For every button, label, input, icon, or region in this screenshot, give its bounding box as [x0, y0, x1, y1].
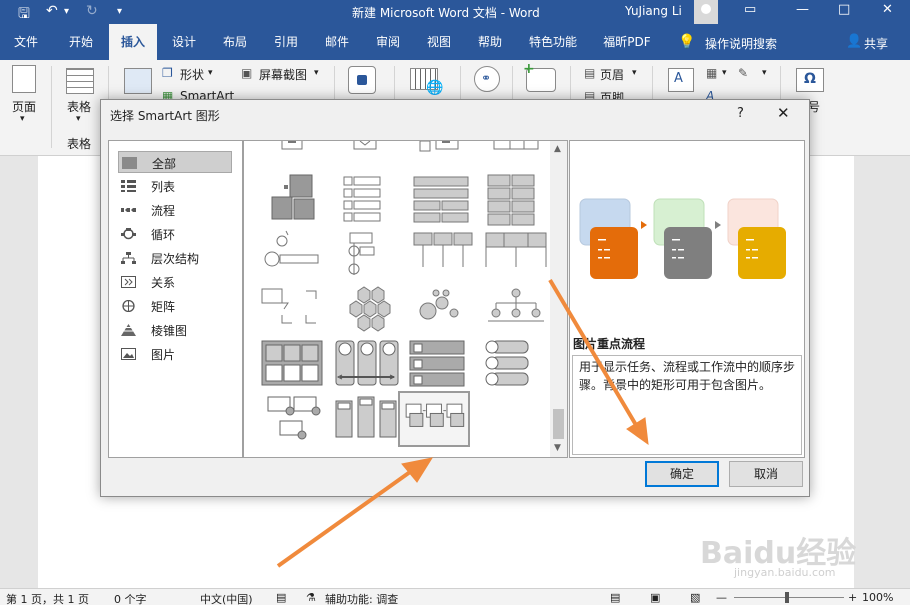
annotation-arrow-to-ok [548, 278, 649, 446]
annotation-arrows [276, 278, 649, 568]
annotation-arrow-to-layout [276, 457, 434, 568]
